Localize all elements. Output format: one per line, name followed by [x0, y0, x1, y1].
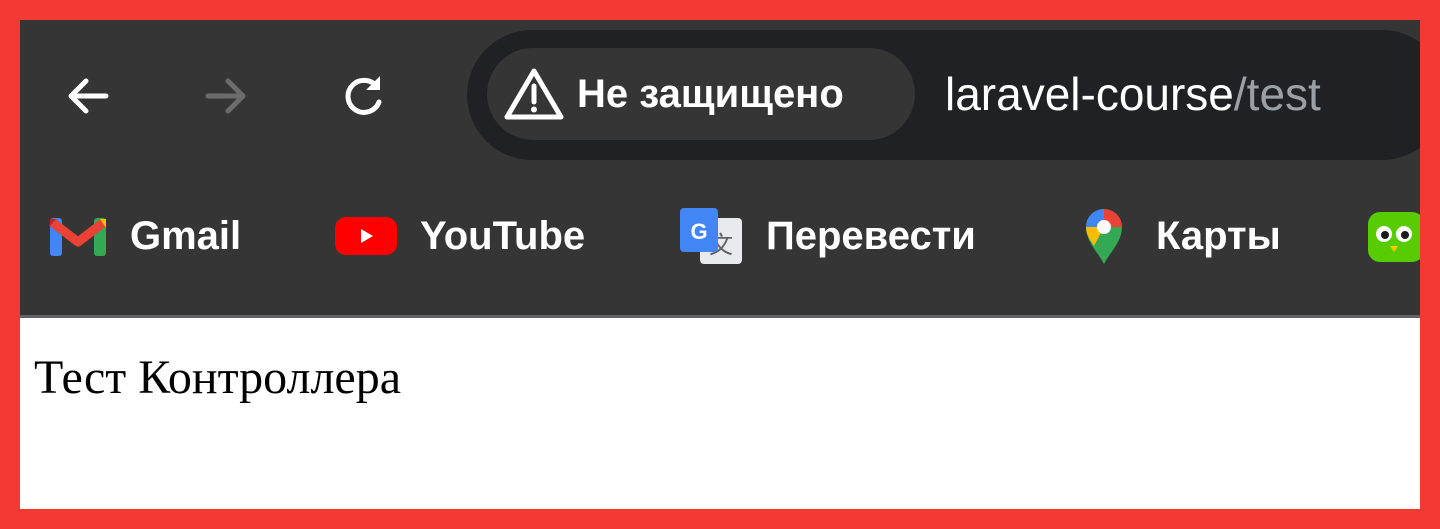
security-indicator[interactable]: Не защищено [487, 48, 915, 140]
security-label: Не защищено [577, 71, 844, 116]
bookmark-label: Gmail [130, 213, 242, 258]
page-heading-text: Тест Контроллера [34, 351, 402, 404]
arrow-right-icon [205, 78, 246, 114]
google-maps-icon [1086, 209, 1122, 264]
gmail-icon [49, 218, 107, 256]
back-button[interactable] [60, 68, 116, 124]
svg-text:G: G [690, 219, 707, 244]
youtube-icon [335, 217, 397, 255]
reload-icon [345, 76, 382, 115]
reload-button[interactable] [336, 68, 392, 124]
bookmark-label: Перевести [766, 213, 976, 258]
bookmark-youtube[interactable]: YouTube [334, 210, 585, 262]
arrow-left-icon [68, 78, 109, 114]
url-host: laravel-course [945, 68, 1234, 120]
bookmark-label: Карты [1156, 213, 1281, 258]
warning-triangle-icon [504, 68, 564, 120]
url-path: /test [1233, 68, 1321, 120]
forward-button[interactable] [198, 68, 254, 124]
bookmark-translate[interactable]: 文 G Перевести [678, 208, 976, 264]
bookmark-maps[interactable]: Карты [1082, 209, 1281, 264]
bookmark-label: YouTube [420, 213, 586, 258]
bookmark-duolingo[interactable] [1366, 210, 1420, 262]
bookmark-gmail[interactable]: Gmail [48, 210, 241, 262]
google-translate-icon: 文 G [680, 208, 742, 264]
duolingo-icon [1368, 212, 1420, 262]
url-text[interactable]: laravel-course/test [945, 64, 1321, 124]
page-content: Тест Контроллера [20, 318, 1420, 509]
browser-toolbar: Не защищено laravel-course/test [20, 20, 1420, 170]
browser-window: Не защищено laravel-course/test Gmail Yo… [20, 20, 1420, 509]
